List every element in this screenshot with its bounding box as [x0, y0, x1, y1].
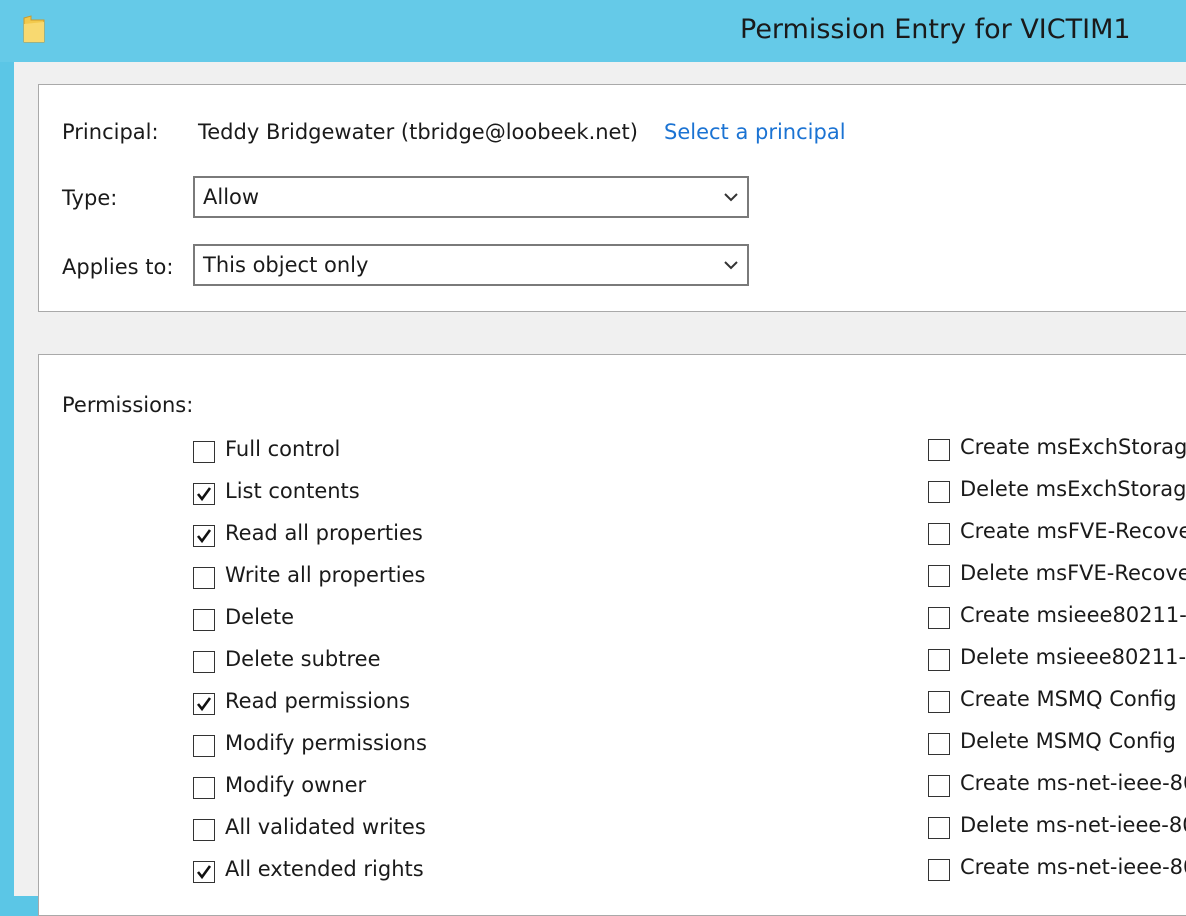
folder-icon	[23, 15, 45, 43]
permission-label: Create MSMQ Config	[960, 687, 1177, 711]
permission-checkbox-full-control[interactable]: Full control	[193, 437, 593, 470]
permission-label: Modify permissions	[225, 731, 427, 755]
applies-to-selected-value: This object only	[203, 253, 369, 277]
permission-checkbox-create-msieee80211-p[interactable]: Create msieee80211-P	[928, 603, 1186, 636]
checkbox-checked-icon[interactable]	[193, 861, 215, 883]
checkbox-unchecked-icon[interactable]	[928, 817, 950, 839]
permission-checkbox-delete-msieee80211-p[interactable]: Delete msieee80211-P	[928, 645, 1186, 678]
permission-label: All validated writes	[225, 815, 426, 839]
permission-label: Modify owner	[225, 773, 367, 797]
type-dropdown[interactable]: Allow	[193, 176, 749, 218]
checkbox-unchecked-icon[interactable]	[928, 733, 950, 755]
type-selected-value: Allow	[203, 185, 260, 209]
permission-label: Delete subtree	[225, 647, 381, 671]
permissions-label: Permissions:	[62, 393, 194, 417]
permission-checkbox-delete-ms-net-ieee-80[interactable]: Delete ms-net-ieee-80	[928, 813, 1186, 846]
permission-checkbox-write-all-properties[interactable]: Write all properties	[193, 563, 593, 596]
permission-label: Delete ms-net-ieee-80	[960, 813, 1186, 837]
type-label: Type:	[62, 186, 118, 210]
permission-label: Read all properties	[225, 521, 423, 545]
title-bar[interactable]: Permission Entry for VICTIM1	[0, 0, 1186, 62]
permission-label: Full control	[225, 437, 341, 461]
permission-checkbox-read-permissions[interactable]: Read permissions	[193, 689, 593, 722]
permission-label: Create msExchStorage	[960, 438, 1186, 459]
checkbox-checked-icon[interactable]	[193, 525, 215, 547]
permission-label: Delete	[225, 605, 294, 629]
permission-checkbox-create-msfve-recove[interactable]: Create msFVE-Recove	[928, 519, 1186, 552]
permission-checkbox-modify-owner[interactable]: Modify owner	[193, 773, 593, 806]
checkbox-unchecked-icon[interactable]	[193, 441, 215, 463]
permission-label: List contents	[225, 479, 360, 503]
checkbox-unchecked-icon[interactable]	[928, 691, 950, 713]
permission-checkbox-delete-msmq-config[interactable]: Delete MSMQ Config	[928, 729, 1186, 762]
permission-checkbox-delete-subtree[interactable]: Delete subtree	[193, 647, 593, 680]
select-principal-link[interactable]: Select a principal	[664, 120, 846, 144]
permission-checkbox-all-extended-rights[interactable]: All extended rights	[193, 857, 593, 890]
permission-checkbox-create-msexchstorage[interactable]: Create msExchStorage	[928, 438, 1186, 468]
permission-label: Delete msFVE-Recove	[960, 561, 1186, 585]
permission-checkbox-create-msmq-config[interactable]: Create MSMQ Config	[928, 687, 1186, 720]
permission-label: All extended rights	[225, 857, 424, 881]
permission-label: Create msieee80211-P	[960, 603, 1186, 627]
checkbox-unchecked-icon[interactable]	[193, 651, 215, 673]
checkbox-unchecked-icon[interactable]	[193, 777, 215, 799]
chevron-down-icon	[724, 193, 738, 202]
permission-checkbox-create-ms-net-ieee-80[interactable]: Create ms-net-ieee-80	[928, 855, 1186, 888]
permission-label: Write all properties	[225, 563, 426, 587]
permission-checkbox-delete-msfve-recove[interactable]: Delete msFVE-Recove	[928, 561, 1186, 594]
permission-label: Create ms-net-ieee-80	[960, 771, 1186, 795]
checkbox-unchecked-icon[interactable]	[928, 565, 950, 587]
window-title: Permission Entry for VICTIM1	[740, 14, 1131, 45]
permission-label: Delete MSMQ Config	[960, 729, 1176, 753]
checkbox-unchecked-icon[interactable]	[928, 649, 950, 671]
principal-label: Principal:	[62, 120, 159, 144]
checkbox-unchecked-icon[interactable]	[193, 567, 215, 589]
permission-checkbox-modify-permissions[interactable]: Modify permissions	[193, 731, 593, 764]
checkbox-unchecked-icon[interactable]	[928, 859, 950, 881]
checkbox-checked-icon[interactable]	[193, 693, 215, 715]
checkbox-unchecked-icon[interactable]	[928, 607, 950, 629]
permission-label: Create ms-net-ieee-80	[960, 855, 1186, 879]
checkbox-unchecked-icon[interactable]	[193, 609, 215, 631]
applies-to-dropdown[interactable]: This object only	[193, 244, 749, 286]
checkbox-checked-icon[interactable]	[193, 483, 215, 505]
permission-label: Read permissions	[225, 689, 411, 713]
checkbox-unchecked-icon[interactable]	[928, 481, 950, 503]
checkbox-unchecked-icon[interactable]	[928, 439, 950, 461]
checkbox-unchecked-icon[interactable]	[193, 819, 215, 841]
chevron-down-icon	[724, 261, 738, 270]
checkbox-unchecked-icon[interactable]	[193, 735, 215, 757]
permission-checkbox-delete[interactable]: Delete	[193, 605, 593, 638]
permissions-right-column: Create msExchStorage Delete msExchStorage…	[928, 438, 1186, 896]
permission-checkbox-all-validated-writes[interactable]: All validated writes	[193, 815, 593, 848]
permission-label: Delete msieee80211-P	[960, 645, 1186, 669]
permission-checkbox-read-all-properties[interactable]: Read all properties	[193, 521, 593, 554]
permission-label: Delete msExchStorage	[960, 477, 1186, 501]
checkbox-unchecked-icon[interactable]	[928, 775, 950, 797]
checkbox-unchecked-icon[interactable]	[928, 523, 950, 545]
principal-value: Teddy Bridgewater (tbridge@loobeek.net)	[198, 120, 638, 144]
permission-checkbox-delete-msexchstorage[interactable]: Delete msExchStorage	[928, 477, 1186, 510]
applies-to-label: Applies to:	[62, 255, 174, 279]
permission-checkbox-create-ms-net-ieee-80[interactable]: Create ms-net-ieee-80	[928, 771, 1186, 804]
permission-label: Create msFVE-Recove	[960, 519, 1186, 543]
permission-checkbox-list-contents[interactable]: List contents	[193, 479, 593, 512]
